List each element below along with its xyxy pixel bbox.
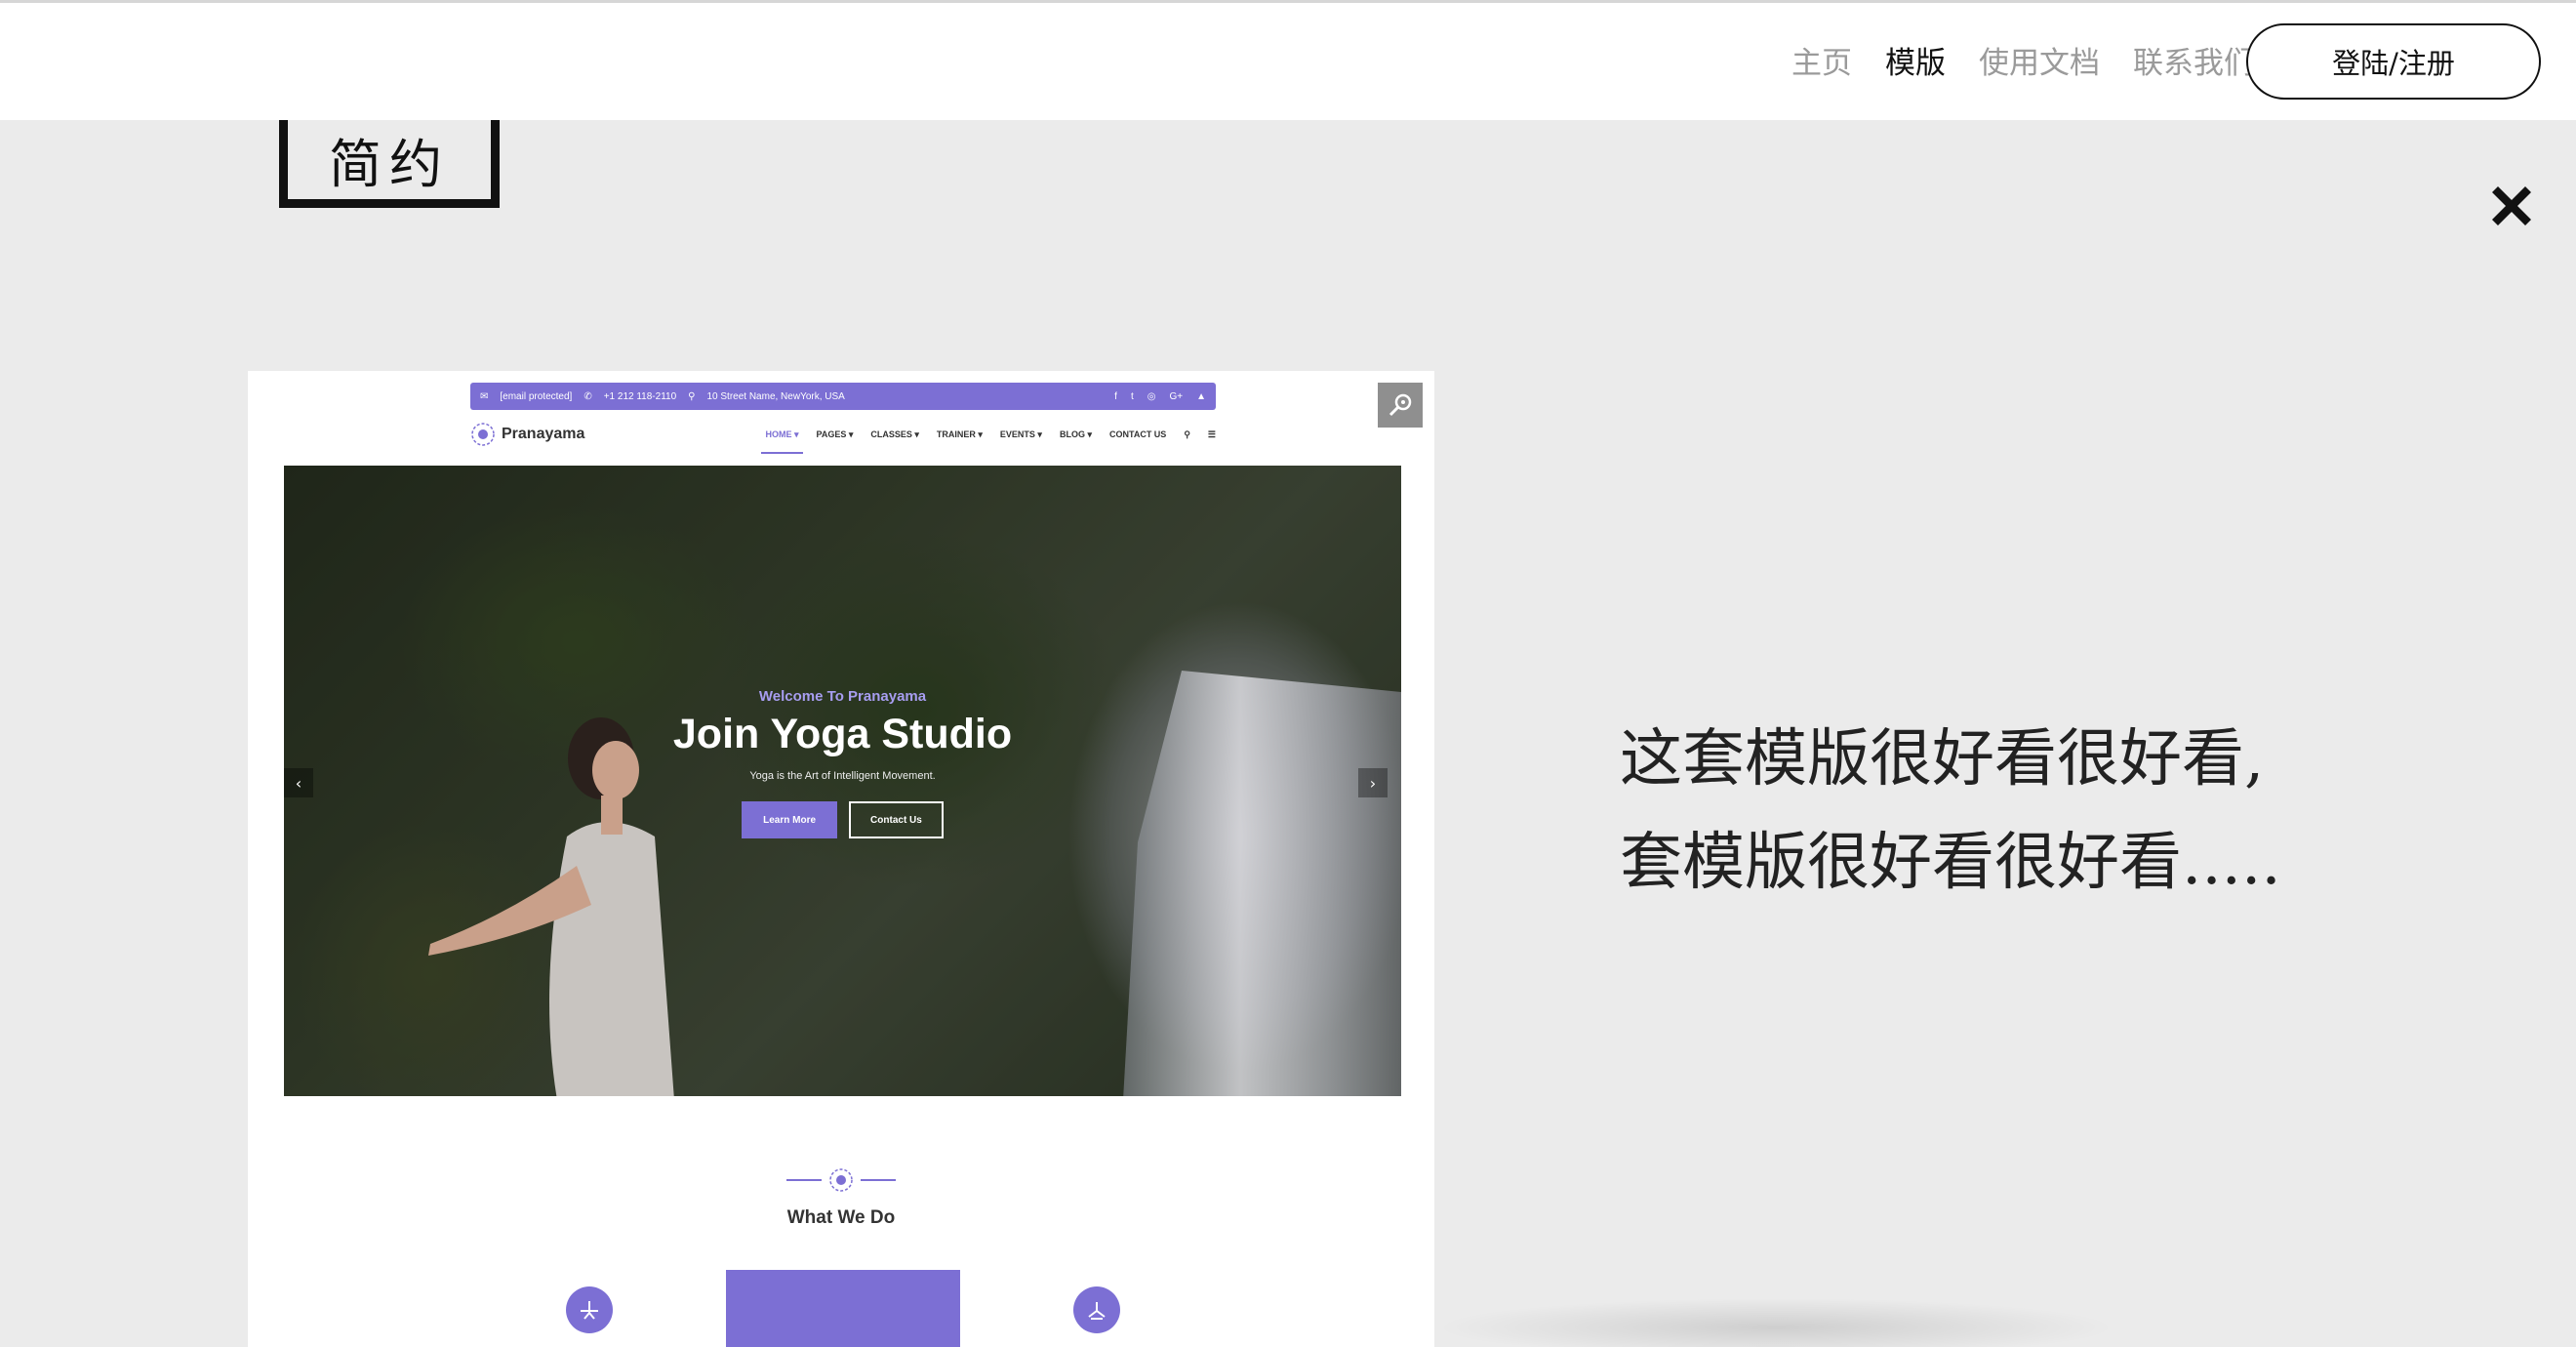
preview-what-we-do: What We Do bbox=[248, 1166, 1434, 1229]
preview-menu-pages: PAGES ▾ bbox=[816, 429, 854, 439]
description-line-2: 套模版很好看很好看..... bbox=[1620, 827, 2281, 899]
preview-hero: ‹ › Welcome To Pranayama Join Yoga Studi… bbox=[284, 466, 1401, 1096]
meditation-icon bbox=[1073, 1286, 1120, 1333]
phone-icon: ✆ bbox=[584, 390, 592, 402]
template-description: 这套模版很好看很好看, 套模版很好看很好看..... bbox=[1620, 708, 2400, 915]
category-tag: 简约 bbox=[279, 120, 500, 208]
facebook-icon: f bbox=[1114, 390, 1117, 402]
mandala-icon bbox=[829, 1168, 853, 1192]
location-icon: ⚲ bbox=[688, 390, 696, 402]
magnifier-icon bbox=[1389, 393, 1412, 417]
preview-search-icon: ⚲ bbox=[1184, 429, 1190, 439]
preview-section-title: What We Do bbox=[786, 1207, 896, 1228]
nav-templates[interactable]: 模版 bbox=[1885, 42, 1946, 85]
google-plus-icon: G+ bbox=[1169, 390, 1184, 402]
preview-menu-trainer: TRAINER ▾ bbox=[936, 429, 983, 439]
preview-brand: Pranayama bbox=[470, 422, 584, 447]
instagram-icon: ◎ bbox=[1147, 390, 1156, 402]
preview-navbar: Pranayama HOME ▾ PAGES ▾ CLASSES ▾ TRAIN… bbox=[470, 420, 1216, 454]
preview-menu-home: HOME ▾ bbox=[761, 429, 803, 454]
preview-hero-buttons: Learn More Contact Us bbox=[284, 801, 1401, 838]
preview-menu-contact: CONTACT US bbox=[1108, 429, 1167, 439]
close-icon[interactable] bbox=[2484, 179, 2539, 233]
mail-icon: ✉ bbox=[480, 390, 489, 402]
main-nav: 主页 模版 使用文档 联系我们 bbox=[1791, 42, 2254, 85]
lotus-logo-icon bbox=[471, 423, 495, 446]
preview-hero-subtitle: Yoga is the Art of Intelligent Movement. bbox=[749, 770, 936, 782]
preview-topbar: ✉ [email protected] ✆ +1 212 118-2110 ⚲ … bbox=[470, 383, 1216, 410]
preview-hero-title: Join Yoga Studio bbox=[672, 711, 1013, 757]
preview-menu: HOME ▾ PAGES ▾ CLASSES ▾ TRAINER ▾ EVENT… bbox=[761, 429, 1216, 454]
section-divider bbox=[248, 1166, 1434, 1194]
yoga-pose-icon bbox=[566, 1286, 613, 1333]
preview-contact-button: Contact Us bbox=[849, 801, 944, 838]
top-header: 主页 模版 使用文档 联系我们 登陆/注册 bbox=[0, 0, 2576, 120]
preview-email: [email protected] bbox=[500, 390, 573, 402]
service-card-highlight bbox=[726, 1270, 960, 1347]
zoom-button[interactable] bbox=[1378, 383, 1423, 428]
description-line-1: 这套模版很好看很好看, bbox=[1620, 723, 2265, 796]
nav-home[interactable]: 主页 bbox=[1791, 42, 1852, 85]
preview-menu-classes: CLASSES ▾ bbox=[870, 429, 919, 439]
twitter-icon: t bbox=[1130, 390, 1134, 402]
preview-phone: +1 212 118-2110 bbox=[603, 390, 677, 402]
preview-brand-name: Pranayama bbox=[502, 426, 585, 442]
preview-menu-icon: ☰ bbox=[1207, 429, 1216, 439]
login-register-button[interactable]: 登陆/注册 bbox=[2246, 23, 2541, 100]
preview-address: 10 Street Name, NewYork, USA bbox=[706, 390, 845, 402]
nav-contact[interactable]: 联系我们 bbox=[2133, 42, 2254, 85]
preview-menu-events: EVENTS ▾ bbox=[999, 429, 1042, 439]
youtube-icon: ▲ bbox=[1196, 390, 1206, 402]
preview-hero-eyebrow: Welcome To Pranayama bbox=[758, 688, 927, 705]
preview-menu-blog: BLOG ▾ bbox=[1059, 429, 1092, 439]
bottom-shadow bbox=[1434, 1298, 2117, 1347]
preview-hero-text: Welcome To Pranayama Join Yoga Studio Yo… bbox=[284, 688, 1401, 838]
social-icons: f t ◎ G+ ▲ bbox=[1114, 391, 1206, 402]
preview-learn-more-button: Learn More bbox=[742, 801, 838, 838]
template-preview[interactable]: ✉ [email protected] ✆ +1 212 118-2110 ⚲ … bbox=[248, 371, 1434, 1347]
nav-docs[interactable]: 使用文档 bbox=[1979, 42, 2100, 85]
